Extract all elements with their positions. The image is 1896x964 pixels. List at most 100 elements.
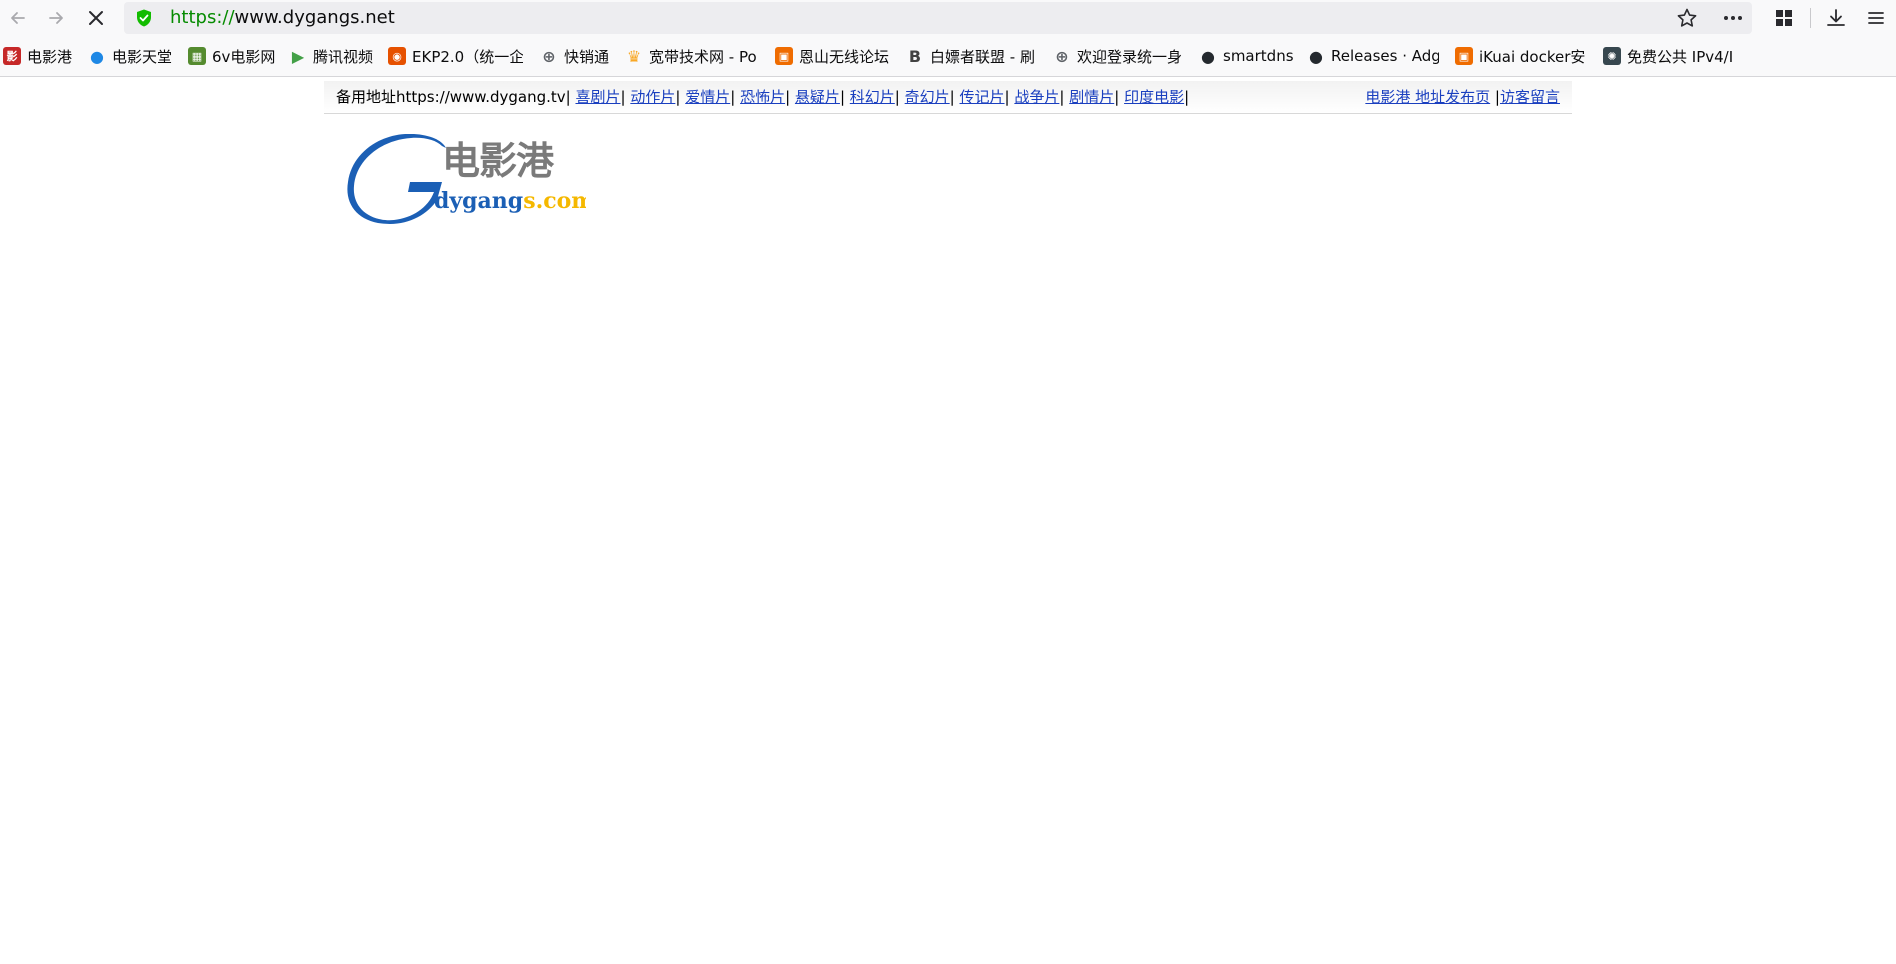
guestbook-link[interactable]: 访客留言 [1500,88,1560,106]
nav-sep: | [1114,88,1120,106]
logo-brand-en-main: dygang [434,188,523,214]
nav-sep: | [894,88,900,106]
bookmark-item[interactable]: ◉ EKP2.0（统一企 [388,36,523,76]
category-link[interactable]: 科幻片 [850,88,895,106]
bookmark-item[interactable]: B 白嫖者联盟 - 刷 [906,36,1036,76]
nav-sep: | [565,88,571,106]
github-icon: ● [1201,47,1215,65]
category-link[interactable]: 印度电影 [1124,88,1184,106]
bookmark-label: 电影港 [27,47,73,66]
bookmark-item[interactable]: ♛ 宽带技术网 - Po [625,36,763,76]
stop-loading-button[interactable] [80,2,112,34]
tracking-shield-icon[interactable] [134,8,154,28]
back-arrow-icon [11,12,25,24]
nav-sep: | [785,88,791,106]
library-button[interactable] [1768,2,1800,34]
category-link[interactable]: 悬疑片 [795,88,840,106]
site-top-nav: 备用地址https://www.dygang.tv| 喜剧片| 动作片| 爱情片… [324,81,1572,114]
nav-sep: | [730,88,736,106]
bookmark-item[interactable]: ▶ 腾讯视频 [289,36,383,76]
letter-b-icon: B [908,47,922,65]
nav-sep: | [839,88,845,106]
square-icon: ▣ [1455,47,1473,65]
logo-brand-en-tail: s.com [523,188,586,214]
grid-icon [1776,10,1792,26]
logo-brand-en: dygangs.com [434,188,586,214]
bookmark-item[interactable]: ▣ iKuai docker安 [1455,36,1590,76]
film-icon: 影 [3,47,21,65]
logo-g-mark [347,134,446,224]
hamburger-menu-icon [1868,12,1884,24]
nav-sep: | [1490,88,1500,106]
browser-toolbar: https://www.dygangs.net [0,0,1896,36]
bookmark-item[interactable]: ✺ 免费公共 IPv4/I [1603,36,1735,76]
bookmark-item[interactable]: ⊕ 欢迎登录统一身 [1053,36,1185,76]
category-link[interactable]: 动作片 [630,88,675,106]
grid-icon: ▦ [188,47,206,65]
bookmark-label: smartdns [1223,47,1294,65]
bookmark-item[interactable]: ● 电影天堂 [88,36,184,76]
bookmark-star-icon[interactable] [1676,7,1698,29]
url-scheme: https:// [170,7,235,28]
forward-arrow-icon [49,12,63,24]
globe-icon: ⊕ [1055,47,1069,65]
backup-address: 备用地址https://www.dygang.tv [336,88,566,106]
bookmark-label: 白嫖者联盟 - 刷 [930,47,1035,66]
forward-button[interactable] [40,2,72,34]
toolbar-separator [1810,8,1811,28]
bookmark-label: EKP2.0（统一企 [412,47,523,66]
bookmark-label: 6v电影网 [212,47,276,66]
bookmark-label: 恩山无线论坛 [799,47,890,66]
bookmark-label: 腾讯视频 [313,47,374,66]
close-icon [89,11,103,25]
category-link[interactable]: 恐怖片 [740,88,785,106]
address-release-link[interactable]: 电影港 地址发布页 [1365,88,1490,106]
circle-icon: ● [90,47,104,65]
bookmarks-toolbar: 影电影港 ● 电影天堂 ▦ 6v电影网 ▶ 腾讯视频 ◉ EKP2.0（统一企 ⊕ 快销通 ♛ 宽带技术… [0,36,1896,77]
category-link[interactable]: 爱情片 [685,88,730,106]
url-host: www.dygangs.net [234,7,395,28]
bookmark-label: 快销通 [564,47,610,66]
nav-sep: | [1059,88,1065,106]
category-link[interactable]: 传记片 [960,88,1005,106]
downloads-button[interactable] [1820,2,1852,34]
category-nav: 备用地址https://www.dygang.tv| 喜剧片| 动作片| 爱情片… [336,81,1189,113]
category-link[interactable]: 战争片 [1014,88,1059,106]
bookmark-label: Releases · Adg [1331,47,1439,65]
bookmark-item[interactable]: ⊕ 快销通 [540,36,618,76]
logo-brand-cn: 电影港 [442,139,555,183]
bookmark-label: iKuai docker安 [1479,47,1586,66]
bookmark-item[interactable]: ▣ 恩山无线论坛 [775,36,895,76]
badge-icon: ◉ [388,47,406,65]
square-icon: ▣ [775,47,793,65]
bookmark-item[interactable]: ● smartdns [1199,36,1299,76]
bookmark-item[interactable]: ● Releases · Adg [1307,36,1439,76]
nav-sep: | [675,88,681,106]
address-bar[interactable]: https://www.dygangs.net [124,2,1752,34]
bookmark-label: 欢迎登录统一身 [1077,47,1183,66]
download-icon [1827,9,1845,26]
globe-icon: ⊕ [542,47,556,65]
nav-sep: | [1004,88,1010,106]
play-icon: ▶ [291,47,305,65]
site-logo[interactable]: 电影港 dygangs.com [346,134,586,224]
category-link[interactable]: 剧情片 [1069,88,1114,106]
bookmark-label: 宽带技术网 - Po [649,47,757,66]
trophy-icon: ♛ [626,47,642,65]
bookmark-label: 免费公共 IPv4/I [1627,47,1734,66]
back-button[interactable] [2,2,34,34]
nav-sep: | [949,88,955,106]
gear-icon: ✺ [1603,47,1621,65]
nav-sep: | [620,88,626,106]
page-actions-icon[interactable] [1720,7,1746,29]
bookmark-item[interactable]: ▦ 6v电影网 [188,36,284,76]
bookmark-label: 电影天堂 [112,47,173,66]
github-icon: ● [1309,47,1323,65]
bookmark-item[interactable]: 影电影港 [3,36,83,76]
nav-sep: | [1184,88,1190,106]
category-link[interactable]: 奇幻片 [905,88,950,106]
category-link[interactable]: 喜剧片 [575,88,620,106]
url-text[interactable]: https://www.dygangs.net [170,2,395,34]
top-right-links: 电影港 地址发布页 |访客留言 [1365,81,1560,113]
menu-button[interactable] [1860,2,1892,34]
